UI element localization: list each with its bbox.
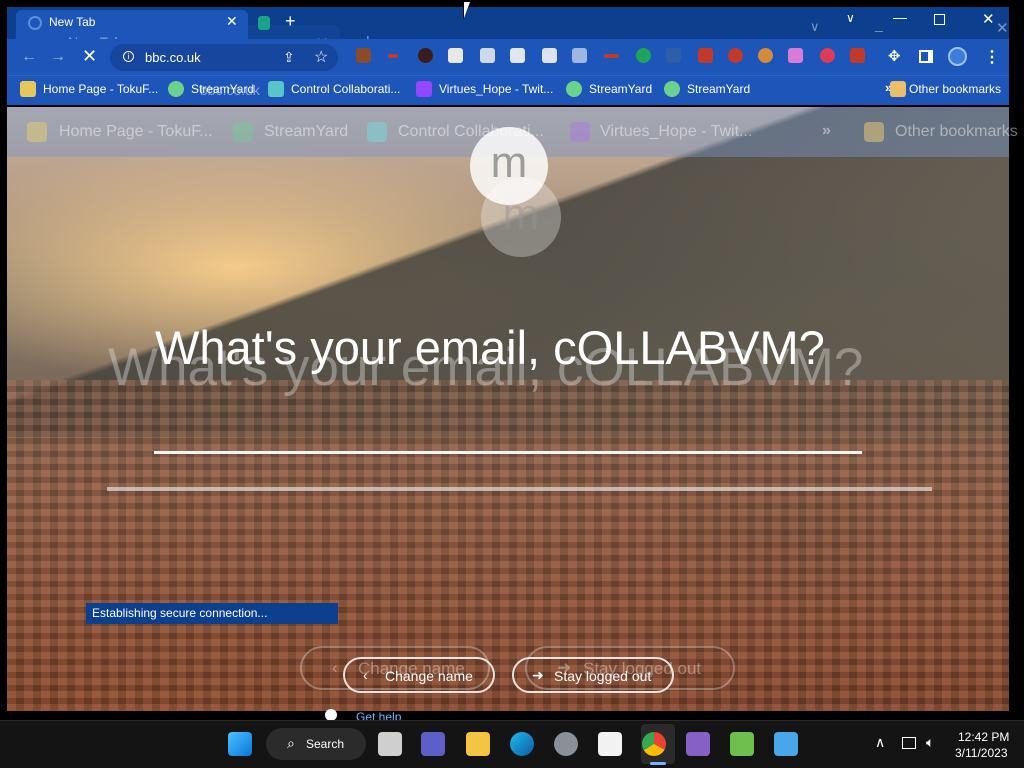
streamyard-icon bbox=[566, 81, 582, 97]
stay-logged-out-button[interactable]: ➜ Stay logged out bbox=[512, 657, 674, 693]
share-icon[interactable]: ⇪ bbox=[283, 49, 295, 66]
monitor-icon bbox=[268, 81, 284, 97]
kebab-menu-icon[interactable]: ⋮ bbox=[984, 47, 1000, 67]
chevron-left-icon: ‹ bbox=[363, 667, 368, 683]
chrome-icon[interactable] bbox=[642, 732, 666, 756]
email-input-underline bbox=[154, 451, 862, 454]
extension-icon[interactable] bbox=[388, 54, 398, 58]
ghost-bookmark-label: StreamYard bbox=[264, 123, 349, 140]
change-name-button[interactable]: ‹ Change name bbox=[343, 657, 495, 693]
extension-icon[interactable] bbox=[820, 48, 835, 63]
back-arrow-icon[interactable]: ← bbox=[21, 48, 37, 66]
extension-icon[interactable] bbox=[572, 48, 587, 63]
extension-icon[interactable] bbox=[666, 48, 681, 63]
tab2-favicon-icon[interactable] bbox=[258, 16, 270, 30]
extensions-row bbox=[350, 48, 970, 68]
status-toast: Establishing secure connection... bbox=[86, 603, 338, 624]
tray-overflow-chevron-icon[interactable]: ∧ bbox=[875, 734, 885, 751]
folder-icon bbox=[890, 81, 906, 97]
settings-gear-icon[interactable] bbox=[554, 732, 578, 756]
stay-logged-out-label: Stay logged out bbox=[554, 668, 652, 684]
search-icon: ⌕ bbox=[287, 735, 295, 751]
ghost-email-underline bbox=[107, 487, 932, 491]
extension-icon[interactable] bbox=[418, 48, 433, 63]
new-tab-plus-icon[interactable]: + bbox=[285, 11, 296, 32]
desktop-screen: Home Page - TokuF... StreamYard Control … bbox=[0, 0, 1024, 768]
avatar-letter: m bbox=[490, 138, 528, 187]
ghost-bookmark-label: Home Page - TokuF... bbox=[59, 123, 213, 140]
tab-search-chevron-icon[interactable]: ∨ bbox=[846, 11, 855, 25]
email-prompt-heading: What's your email, cOLLABVM? bbox=[155, 321, 825, 374]
bookmark-virtues-hope[interactable]: Virtues_Hope - Twit... bbox=[439, 82, 553, 96]
ghost-close-icon: ✕ bbox=[996, 20, 1009, 37]
ghost-url-text: bbc.co.uk bbox=[200, 82, 260, 98]
extension-icon[interactable] bbox=[510, 48, 525, 63]
windows-start-icon[interactable] bbox=[228, 732, 252, 756]
edge-icon[interactable] bbox=[510, 732, 534, 756]
minimize-icon[interactable]: — bbox=[893, 9, 907, 25]
extension-icon[interactable] bbox=[542, 48, 557, 63]
window-close-icon[interactable]: ✕ bbox=[982, 10, 995, 28]
clock-time[interactable]: 12:42 PM bbox=[958, 730, 1009, 744]
clock-date[interactable]: 3/11/2023 bbox=[955, 746, 1008, 760]
extension-icon[interactable] bbox=[448, 48, 463, 63]
extension-icon[interactable] bbox=[604, 54, 619, 58]
visual-studio-icon[interactable] bbox=[686, 732, 710, 756]
mouse-cursor-icon bbox=[464, 2, 470, 18]
network-icon[interactable] bbox=[902, 737, 916, 749]
extension-icon[interactable] bbox=[698, 48, 713, 63]
tab-close-icon[interactable]: ✕ bbox=[226, 13, 238, 30]
loading-favicon-icon bbox=[28, 16, 42, 30]
tab-title: New Tab bbox=[49, 15, 96, 29]
email-input[interactable] bbox=[154, 420, 862, 452]
other-bookmarks[interactable]: Other bookmarks bbox=[909, 82, 1001, 96]
file-explorer-icon[interactable] bbox=[466, 732, 490, 756]
restore-icon[interactable] bbox=[934, 14, 945, 25]
bookmark-star-icon[interactable]: ☆ bbox=[314, 47, 328, 67]
ghost-twitch-icon bbox=[570, 122, 590, 142]
task-view-icon[interactable] bbox=[378, 732, 402, 756]
extension-icon[interactable] bbox=[480, 48, 495, 63]
ghost-chevron-left-icon: ‹ bbox=[332, 658, 338, 677]
streamyard-icon bbox=[664, 81, 680, 97]
tokufest-icon bbox=[20, 81, 36, 97]
extension-icon[interactable] bbox=[728, 48, 743, 63]
microsoft-store-icon[interactable] bbox=[598, 732, 622, 756]
extension-icon[interactable] bbox=[758, 48, 773, 63]
extension-icon[interactable] bbox=[636, 48, 651, 63]
ghost-chevron-icon: » bbox=[822, 122, 831, 139]
ghost-monitor-icon bbox=[367, 122, 387, 142]
twitch-icon bbox=[416, 81, 432, 97]
bookmark-streamyard-3[interactable]: StreamYard bbox=[687, 82, 750, 96]
profile-avatar-icon[interactable] bbox=[948, 47, 967, 66]
ghost-minimize-icon: _ bbox=[875, 16, 883, 32]
extensions-puzzle-icon[interactable]: ✥ bbox=[888, 47, 901, 65]
ghost-tokufest-icon bbox=[27, 122, 47, 142]
ghost-bookmark-label: Virtues_Hope - Twit... bbox=[600, 123, 753, 140]
bookmark-streamyard-2[interactable]: StreamYard bbox=[589, 82, 652, 96]
ghost-folder-icon bbox=[864, 122, 884, 142]
game-app-icon[interactable] bbox=[730, 732, 754, 756]
change-name-label: Change name bbox=[385, 668, 473, 684]
extension-icon[interactable] bbox=[850, 48, 865, 63]
arrow-forward-icon: ➜ bbox=[532, 667, 544, 683]
ghost-streamyard-icon bbox=[233, 122, 253, 142]
ghost-other-bookmarks: Other bookmarks bbox=[895, 123, 1018, 140]
bookmark-control-collab[interactable]: Control Collaborati... bbox=[291, 82, 400, 96]
extension-icon[interactable] bbox=[788, 48, 803, 63]
teams-chat-icon[interactable] bbox=[421, 732, 445, 756]
url-text[interactable]: bbc.co.uk bbox=[145, 50, 201, 65]
volume-icon[interactable]: 🔈︎ bbox=[926, 734, 934, 751]
taskbar-search-label: Search bbox=[306, 737, 345, 751]
forward-arrow-icon[interactable]: → bbox=[50, 48, 66, 66]
extension-icon[interactable] bbox=[356, 48, 371, 63]
side-panel-icon[interactable] bbox=[919, 50, 933, 63]
stop-loading-icon[interactable]: ✕ bbox=[82, 46, 97, 67]
streamyard-icon bbox=[168, 81, 184, 97]
site-info-icon[interactable]: i bbox=[123, 51, 134, 62]
ghost-chevron-down-icon: ∨ bbox=[810, 19, 820, 34]
bookmark-home-page[interactable]: Home Page - TokuF... bbox=[43, 82, 158, 96]
active-app-indicator bbox=[650, 762, 666, 765]
remote-desktop-icon[interactable] bbox=[774, 732, 798, 756]
